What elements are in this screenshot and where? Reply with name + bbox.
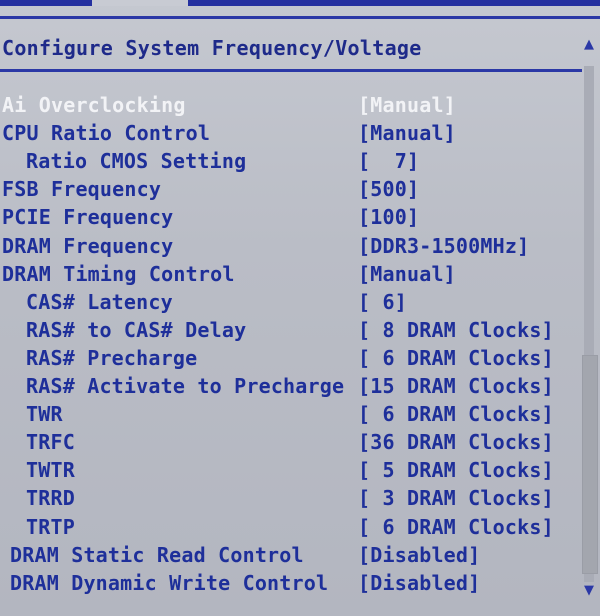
setting-label: TWTR (26, 458, 75, 483)
setting-label: RAS# Precharge (26, 345, 198, 370)
page-title: Configure System Frequency/Voltage (2, 36, 422, 60)
setting-row[interactable]: PCIE Frequency [100] (0, 205, 580, 233)
setting-value[interactable]: [Manual] (358, 121, 456, 145)
setting-label: TRFC (26, 430, 75, 455)
setting-row[interactable]: DRAM Dynamic Write Control [Disabled] (0, 571, 580, 599)
scroll-down-icon[interactable]: ▼ (582, 584, 596, 598)
setting-row[interactable]: RAS# Activate to Precharge [15 DRAM Clock… (0, 374, 580, 402)
setting-value[interactable]: [ 6 DRAM Clocks] (358, 402, 554, 426)
setting-value[interactable]: [100] (358, 205, 419, 229)
setting-value[interactable]: [ 8 DRAM Clocks] (358, 318, 554, 342)
setting-row[interactable]: RAS# to CAS# Delay [ 8 DRAM Clocks] (0, 318, 580, 346)
setting-value[interactable]: [ 5 DRAM Clocks] (358, 458, 554, 482)
setting-value[interactable]: [Disabled] (358, 543, 480, 567)
setting-value[interactable]: [DDR3-1500MHz] (358, 234, 529, 258)
setting-value: [Manual] (358, 93, 456, 117)
setting-value[interactable]: [36 DRAM Clocks] (358, 430, 554, 454)
setting-value[interactable]: [ 6 DRAM Clocks] (358, 346, 554, 370)
setting-value[interactable]: [15 DRAM Clocks] (358, 374, 554, 398)
setting-value[interactable]: [ 3 DRAM Clocks] (358, 486, 554, 510)
setting-row[interactable]: TRFC [36 DRAM Clocks] (0, 430, 580, 458)
setting-label: PCIE Frequency (2, 205, 174, 230)
setting-label: FSB Frequency (2, 177, 162, 202)
setting-value[interactable]: [Manual] (358, 262, 456, 286)
title-divider (0, 69, 582, 72)
setting-label: TRTP (26, 514, 75, 539)
setting-label: DRAM Frequency (2, 233, 174, 258)
setting-label: TRRD (26, 486, 75, 511)
top-divider (0, 16, 600, 19)
setting-row: Ai Overclocking [Manual] (0, 93, 580, 121)
setting-row[interactable]: Ratio CMOS Setting [ 7] (0, 149, 580, 177)
setting-value[interactable]: [ 7] (358, 149, 419, 173)
setting-row[interactable]: TRRD [ 3 DRAM Clocks] (0, 486, 580, 514)
scroll-thumb[interactable] (582, 354, 598, 574)
setting-row[interactable]: RAS# Precharge [ 6 DRAM Clocks] (0, 346, 580, 374)
setting-label: DRAM Dynamic Write Control (10, 570, 329, 595)
setting-value[interactable]: [500] (358, 177, 419, 201)
setting-label: Ai Overclocking (2, 93, 186, 117)
setting-label: TWR (26, 402, 63, 427)
active-menu-tab[interactable] (92, 0, 188, 6)
top-menu-bar (0, 0, 600, 6)
setting-value[interactable]: [Disabled] (358, 571, 480, 595)
setting-row[interactable]: DRAM Static Read Control [Disabled] (0, 543, 580, 571)
setting-row[interactable]: CAS# Latency [ 6] (0, 290, 580, 318)
setting-label: CPU Ratio Control (2, 121, 211, 146)
setting-label: RAS# Activate to Precharge (26, 374, 345, 398)
setting-value[interactable]: [ 6 DRAM Clocks] (358, 515, 554, 539)
setting-value[interactable]: [ 6] (358, 290, 407, 314)
setting-label: CAS# Latency (26, 289, 173, 314)
setting-label: DRAM Static Read Control (10, 542, 304, 567)
setting-label: Ratio CMOS Setting (26, 149, 247, 174)
setting-row[interactable]: TWTR [ 5 DRAM Clocks] (0, 458, 580, 486)
scroll-up-icon[interactable]: ▲ (582, 38, 596, 52)
setting-row[interactable]: DRAM Frequency [DDR3-1500MHz] (0, 234, 580, 262)
setting-label: RAS# to CAS# Delay (26, 317, 247, 342)
setting-row[interactable]: CPU Ratio Control [Manual] (0, 121, 580, 149)
bios-screen: Configure System Frequency/Voltage Ai Ov… (0, 0, 600, 616)
setting-row[interactable]: TRTP [ 6 DRAM Clocks] (0, 515, 580, 543)
setting-label: DRAM Timing Control (2, 261, 235, 286)
setting-row[interactable]: TWR [ 6 DRAM Clocks] (0, 402, 580, 430)
setting-row[interactable]: DRAM Timing Control [Manual] (0, 262, 580, 290)
scrollbar[interactable]: ▲ ▼ (580, 36, 598, 602)
setting-row[interactable]: FSB Frequency [500] (0, 177, 580, 205)
